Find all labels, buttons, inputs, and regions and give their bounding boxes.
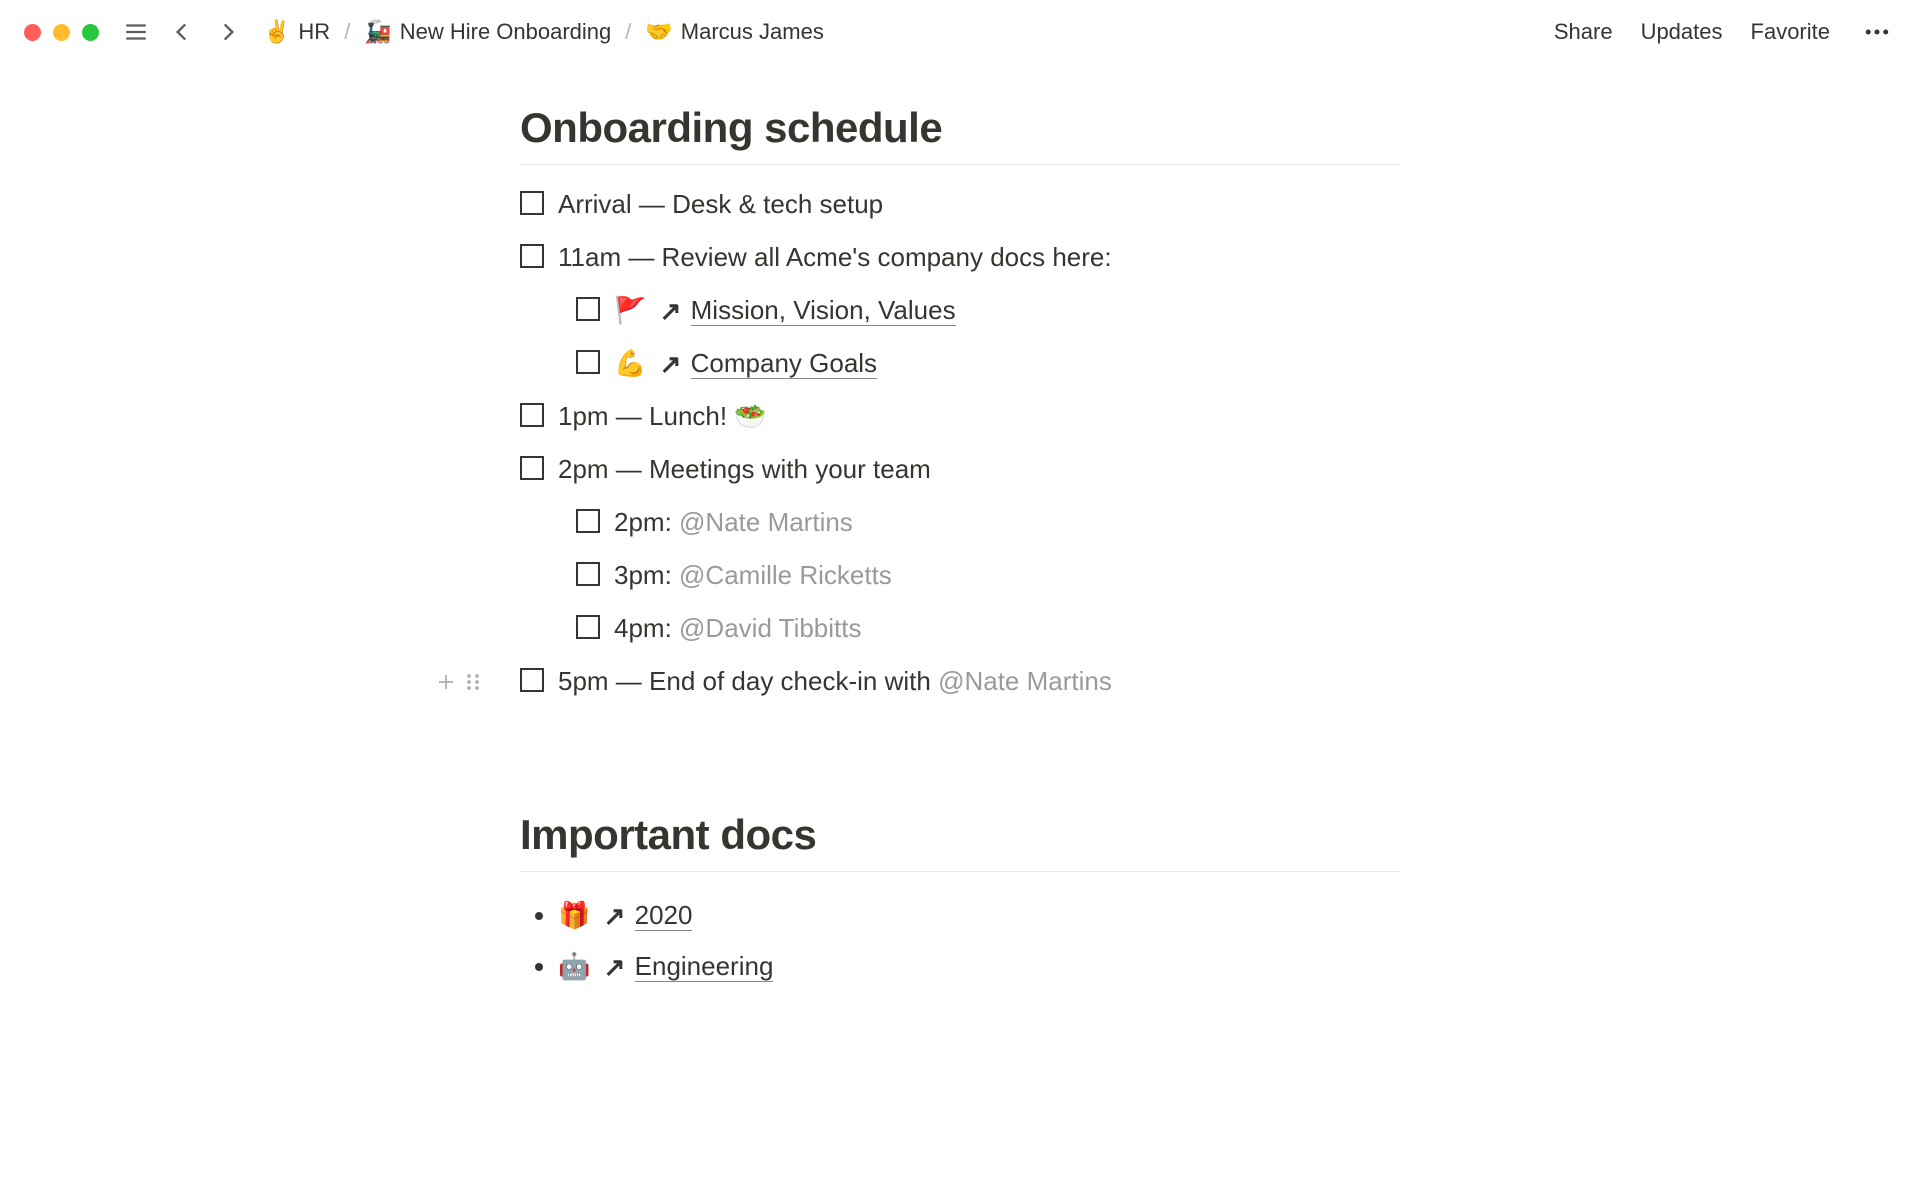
checkbox[interactable] — [576, 297, 600, 321]
back-icon[interactable] — [165, 15, 199, 49]
link-arrow-icon: ↗ — [604, 893, 626, 940]
topbar: ✌️ HR / 🚂 New Hire Onboarding / 🤝 Marcus… — [0, 0, 1920, 64]
page-link-2020[interactable]: 2020 — [635, 900, 693, 931]
todo-row[interactable]: 3pm: @Camille Ricketts — [576, 556, 1400, 595]
link-arrow-icon: ↗ — [604, 944, 626, 991]
gift-icon: 🎁 — [558, 900, 590, 930]
checkbox[interactable] — [520, 244, 544, 268]
todo-time: 4pm: — [614, 613, 679, 643]
window-fullscreen-button[interactable] — [82, 24, 99, 41]
list-item[interactable]: 🎁 ↗ 2020 — [558, 892, 1400, 939]
important-docs-list: 🎁 ↗ 2020 🤖 ↗ Engineering — [520, 892, 1400, 990]
checkbox[interactable] — [576, 350, 600, 374]
todo-row[interactable]: 1pm — Lunch! 🥗 — [520, 397, 1400, 436]
window-traffic-lights — [24, 24, 99, 41]
breadcrumb-label: HR — [298, 19, 330, 45]
breadcrumb: ✌️ HR / 🚂 New Hire Onboarding / 🤝 Marcus… — [257, 17, 1542, 47]
updates-button[interactable]: Updates — [1641, 19, 1723, 45]
drag-handle-icon[interactable] — [464, 666, 482, 705]
robot-icon: 🤖 — [558, 951, 590, 981]
page-link-company-goals[interactable]: Company Goals — [691, 348, 877, 379]
mention[interactable]: @David Tibbitts — [679, 613, 861, 643]
todo-row[interactable]: 4pm: @David Tibbitts — [576, 609, 1400, 648]
breadcrumb-sep: / — [625, 19, 631, 45]
share-button[interactable]: Share — [1554, 19, 1613, 45]
mention[interactable]: @Nate Martins — [679, 507, 853, 537]
todo-text: 💪 ↗ Company Goals — [614, 344, 1400, 383]
docs-heading: Important docs — [520, 811, 1400, 872]
checkbox[interactable] — [520, 668, 544, 692]
page-link-mission[interactable]: Mission, Vision, Values — [691, 295, 956, 326]
more-icon[interactable] — [1858, 13, 1896, 51]
add-block-icon[interactable] — [434, 666, 458, 705]
breadcrumb-sep: / — [344, 19, 350, 45]
onboarding-todo-list: Arrival — Desk & tech setup 11am — Revie… — [520, 185, 1400, 701]
todo-row[interactable]: 🚩 ↗ Mission, Vision, Values — [576, 291, 1400, 330]
hamburger-icon[interactable] — [119, 15, 153, 49]
mention[interactable]: @Camille Ricketts — [679, 560, 892, 590]
top-actions: Share Updates Favorite — [1554, 13, 1896, 51]
todo-row[interactable]: 11am — Review all Acme's company docs he… — [520, 238, 1400, 277]
mention[interactable]: @Nate Martins — [938, 666, 1112, 696]
todo-row[interactable]: 💪 ↗ Company Goals — [576, 344, 1400, 383]
muscle-icon: 💪 — [614, 348, 646, 378]
breadcrumb-emoji: 🚂 — [364, 19, 391, 45]
todo-prefix: 5pm — End of day check-in with — [558, 666, 938, 696]
todo-text: 11am — Review all Acme's company docs he… — [558, 238, 1400, 277]
checkbox[interactable] — [520, 456, 544, 480]
todo-text: 1pm — Lunch! 🥗 — [558, 397, 1400, 436]
todo-text: 2pm — Meetings with your team — [558, 450, 1400, 489]
todo-text: Arrival — Desk & tech setup — [558, 185, 1400, 224]
page-content: Onboarding schedule Arrival — Desk & tec… — [260, 64, 1660, 1054]
link-arrow-icon: ↗ — [660, 345, 682, 384]
favorite-button[interactable]: Favorite — [1751, 19, 1830, 45]
checkbox[interactable] — [520, 403, 544, 427]
breadcrumb-emoji: ✌️ — [263, 19, 290, 45]
breadcrumb-label: Marcus James — [681, 19, 824, 45]
checkbox[interactable] — [576, 615, 600, 639]
list-item[interactable]: 🤖 ↗ Engineering — [558, 943, 1400, 990]
todo-row[interactable]: 2pm — Meetings with your team — [520, 450, 1400, 489]
todo-time: 2pm: — [614, 507, 679, 537]
flag-icon: 🚩 — [614, 295, 646, 325]
breadcrumb-emoji: 🤝 — [645, 19, 672, 45]
todo-text: 4pm: @David Tibbitts — [614, 609, 1400, 648]
breadcrumb-label: New Hire Onboarding — [400, 19, 612, 45]
todo-time: 3pm: — [614, 560, 679, 590]
checkbox[interactable] — [576, 562, 600, 586]
todo-text: 🚩 ↗ Mission, Vision, Values — [614, 291, 1400, 330]
window-minimize-button[interactable] — [53, 24, 70, 41]
row-handles — [434, 666, 482, 705]
checkbox[interactable] — [576, 509, 600, 533]
forward-icon[interactable] — [211, 15, 245, 49]
checkbox[interactable] — [520, 191, 544, 215]
breadcrumb-item-onboarding[interactable]: 🚂 New Hire Onboarding — [358, 17, 617, 47]
onboarding-heading: Onboarding schedule — [520, 104, 1400, 165]
todo-row[interactable]: 5pm — End of day check-in with @Nate Mar… — [520, 662, 1400, 701]
todo-text: 5pm — End of day check-in with @Nate Mar… — [558, 662, 1400, 701]
page-link-engineering[interactable]: Engineering — [635, 951, 774, 982]
breadcrumb-item-person[interactable]: 🤝 Marcus James — [639, 17, 829, 47]
link-arrow-icon: ↗ — [660, 292, 682, 331]
todo-row[interactable]: 2pm: @Nate Martins — [576, 503, 1400, 542]
window-close-button[interactable] — [24, 24, 41, 41]
todo-text: 3pm: @Camille Ricketts — [614, 556, 1400, 595]
breadcrumb-item-hr[interactable]: ✌️ HR — [257, 17, 336, 47]
todo-row[interactable]: Arrival — Desk & tech setup — [520, 185, 1400, 224]
todo-text: 2pm: @Nate Martins — [614, 503, 1400, 542]
